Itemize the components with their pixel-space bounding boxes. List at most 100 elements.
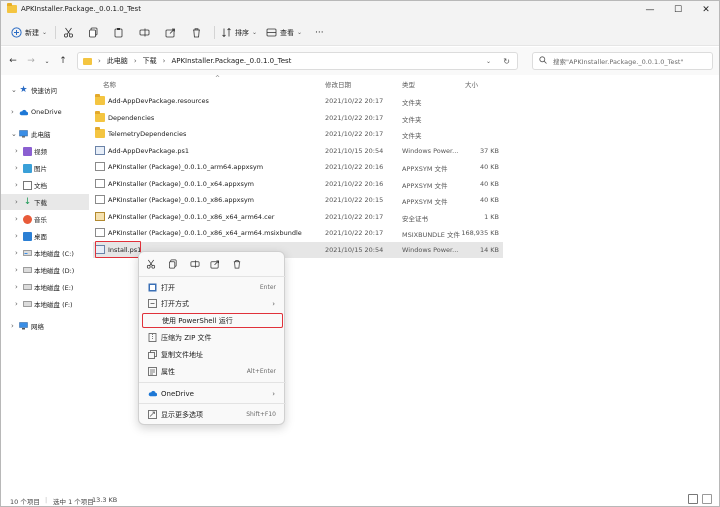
copy-icon [88,27,99,38]
address-bar[interactable]: › 此电脑 › 下载 › APKInstaller.Package._0.0.1… [77,52,518,70]
sidebar-item-documents[interactable]: › 文档 [1,177,89,193]
copy-button[interactable] [88,25,99,40]
view-button[interactable]: 查看 ⌄ [266,25,302,40]
menu-item-open-with[interactable]: 打开方式 › [142,296,283,311]
sidebar-item-drive-f[interactable]: › 本地磁盘 (F:) [1,296,89,312]
column-header-date[interactable]: 修改日期 [325,79,351,89]
search-input[interactable]: 搜索"APKInstaller.Package._0.0.1.0_Test" [532,52,713,70]
sidebar-item-music[interactable]: › 音乐 [1,211,89,227]
chevron-right-icon[interactable]: › [11,108,14,116]
file-type: APPXSYM 文件 [402,198,448,206]
file-date: 2021/10/22 20:17 [325,229,384,237]
sidebar-item-drive-c[interactable]: › 本地磁盘 (C:) [1,245,89,261]
back-arrow-icon[interactable]: ← [7,55,19,67]
file-row[interactable]: APKInstaller (Package)_0.0.1.0_x86_x64_a… [93,209,503,225]
file-row[interactable]: Add-AppDevPackage.resources 2021/10/22 2… [93,93,503,109]
chevron-right-icon[interactable]: › [15,198,18,206]
column-header-name[interactable]: 名称 [103,79,116,89]
sidebar-item-this-pc[interactable]: ⌄ 此电脑 [1,126,89,142]
rename-icon[interactable] [189,258,200,269]
tiles-view-icon[interactable] [702,494,712,504]
file-row[interactable]: APKInstaller (Package)_0.0.1.0_x86_x64_a… [93,225,503,241]
delete-button[interactable] [191,25,202,40]
menu-item-open[interactable]: 打开 Enter [142,280,283,295]
folder-icon [83,57,92,65]
file-icon [95,195,105,204]
refresh-icon[interactable]: ↻ [503,57,510,66]
file-date: 2021/10/22 20:17 [325,130,384,138]
chevron-right-icon[interactable]: › [15,300,18,308]
breadcrumb-this-pc[interactable]: 此电脑 [107,56,128,66]
sidebar-item-drive-d[interactable]: › 本地磁盘 (D:) [1,262,89,278]
cut-button[interactable] [63,25,74,40]
copy-icon[interactable] [167,258,178,269]
paste-button[interactable] [113,25,124,40]
column-header-type[interactable]: 类型 [402,79,415,89]
breadcrumb-current-folder[interactable]: APKInstaller.Package._0.0.1.0_Test [171,57,291,65]
item-count: 10 个项目 [10,498,40,506]
chevron-right-icon[interactable]: › [15,215,18,223]
file-row[interactable]: Dependencies 2021/10/22 20:17 文件夹 [93,110,503,126]
context-menu: 打开 Enter 打开方式 › 使用 PowerShell 运行 压缩为 ZIP… [138,251,286,425]
up-arrow-icon[interactable]: ↑ [57,55,69,67]
file-row[interactable]: APKInstaller (Package)_0.0.1.0_x64.appxs… [93,176,503,192]
details-view-icon[interactable] [688,494,698,504]
file-row[interactable]: APKInstaller (Package)_0.0.1.0_arm64.app… [93,159,503,175]
powershell-file-icon [95,146,105,155]
sidebar-item-downloads[interactable]: › ↓ 下载 [1,194,89,210]
close-button[interactable]: ✕ [693,1,719,19]
star-icon: ★ [19,85,28,95]
menu-item-copy-path[interactable]: 复制文件地址 [142,347,283,362]
chevron-down-icon[interactable]: ⌄ [11,130,17,138]
sidebar-item-network[interactable]: › 网络 [1,318,89,334]
menu-item-show-more-options[interactable]: 显示更多选项 Shift+F10 [142,407,283,422]
divider [139,403,286,404]
chevron-right-icon[interactable]: › [15,164,18,172]
title-bar[interactable]: APKInstaller.Package._0.0.1.0_Test — ☐ ✕ [1,1,719,19]
chevron-right-icon[interactable]: › [15,147,18,155]
network-icon [19,322,28,331]
chevron-right-icon: › [272,389,275,398]
chevron-right-icon[interactable]: › [15,283,18,291]
breadcrumb-downloads[interactable]: 下载 [143,56,157,66]
minimize-button[interactable]: — [637,1,663,19]
file-size: 168,935 KB [461,229,499,237]
chevron-right-icon[interactable]: › [15,181,18,189]
file-row[interactable]: APKInstaller (Package)_0.0.1.0_x86.appxs… [93,192,503,208]
chevron-right-icon[interactable]: › [15,232,18,240]
trash-icon[interactable] [231,258,242,269]
chevron-right-icon[interactable]: › [15,249,18,257]
new-button[interactable]: 新建 ⌄ [11,25,47,40]
menu-item-properties[interactable]: 属性 Alt+Enter [142,364,283,379]
file-row[interactable]: TelemetryDependencies 2021/10/22 20:17 文… [93,126,503,142]
column-header-size[interactable]: 大小 [465,79,478,89]
drive-icon [23,300,32,309]
download-icon: ↓ [23,197,32,207]
sidebar-item-quick-access[interactable]: ⌄ ★ 快速访问 [1,82,89,98]
file-row[interactable]: Add-AppDevPackage.ps1 2021/10/15 20:54 W… [93,143,503,159]
rename-button[interactable] [139,25,150,40]
plus-icon [11,27,22,38]
sidebar-item-pictures[interactable]: › 图片 [1,160,89,176]
maximize-button[interactable]: ☐ [665,1,691,19]
forward-arrow-icon[interactable]: → [25,55,37,67]
sidebar-item-drive-e[interactable]: › 本地磁盘 (E:) [1,279,89,295]
chevron-right-icon[interactable]: › [15,266,18,274]
menu-item-onedrive[interactable]: OneDrive › [142,386,283,401]
menu-item-run-with-powershell[interactable]: 使用 PowerShell 运行 [142,313,283,328]
sidebar-item-videos[interactable]: › 视频 [1,143,89,159]
recent-chevron-icon[interactable]: ⌄ [41,55,53,67]
file-type: MSIXBUNDLE 文件 [402,231,460,239]
sidebar-item-desktop[interactable]: › 桌面 [1,228,89,244]
share-icon[interactable] [209,258,220,269]
menu-item-compress-zip[interactable]: 压缩为 ZIP 文件 [142,330,283,345]
file-size: 40 KB [479,196,499,204]
chevron-right-icon[interactable]: › [11,322,14,330]
chevron-down-icon[interactable]: ⌄ [11,86,17,94]
more-button[interactable]: ··· [315,25,324,40]
scissors-icon[interactable] [145,258,156,269]
sort-button[interactable]: 排序 ⌄ [221,25,257,40]
chevron-down-icon[interactable]: ⌄ [486,58,491,65]
share-button[interactable] [165,25,176,40]
sidebar-item-onedrive[interactable]: › OneDrive [1,104,89,120]
